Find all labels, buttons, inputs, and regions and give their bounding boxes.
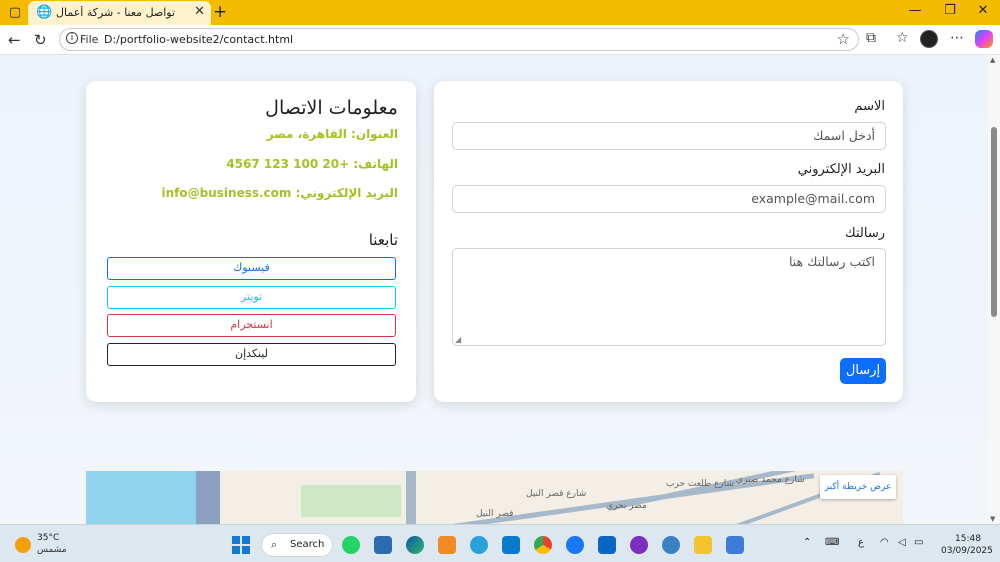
map-street-label: شارع محمد صبري xyxy=(736,475,805,485)
facebook-button[interactable]: فيسبوك xyxy=(107,257,396,280)
more-menu-icon[interactable]: ⋯ xyxy=(950,30,964,46)
follow-title: تابعنا xyxy=(368,231,398,249)
page-scrollbar[interactable]: ▲ ▼ xyxy=(988,55,1000,524)
info-title: معلومات الاتصال xyxy=(265,97,398,119)
windows-start-icon[interactable] xyxy=(232,536,250,554)
favorite-star-icon[interactable]: ☆ xyxy=(837,30,850,48)
keyboard-icon[interactable]: ⌨ xyxy=(825,537,839,548)
page-content: الاسم أدخل اسمك البريد الإلكتروني exampl… xyxy=(0,55,988,524)
contact-info-card: معلومات الاتصال العنوان: القاهرة، مصر ال… xyxy=(86,81,416,402)
name-label: الاسم xyxy=(854,99,885,114)
view-larger-map-button[interactable]: عرض خريطة أكبر xyxy=(820,475,896,499)
scroll-thumb[interactable] xyxy=(991,127,997,317)
map-street-label: شارع قصر النيل xyxy=(526,489,587,499)
weather-temperature[interactable]: 35°C xyxy=(37,533,59,543)
profile-avatar[interactable] xyxy=(920,30,938,48)
facebook-icon[interactable] xyxy=(566,536,584,554)
browser-app-icon[interactable] xyxy=(662,536,680,554)
photos-icon[interactable] xyxy=(726,536,744,554)
taskbar-search[interactable]: ⌕ Search xyxy=(261,533,333,557)
back-button[interactable]: ← xyxy=(8,31,21,49)
media-app-icon[interactable] xyxy=(630,536,648,554)
info-address: العنوان: القاهرة، مصر xyxy=(266,127,398,141)
tab-title: تواصل معنا - شركة أعمال xyxy=(56,6,176,19)
address-bar[interactable]: i File D:/portfolio-website2/contact.htm… xyxy=(59,28,859,51)
map-road xyxy=(406,471,416,524)
url-scheme: File xyxy=(80,33,99,46)
maximize-button[interactable]: ❐ xyxy=(940,3,960,18)
wifi-icon[interactable]: ◠ xyxy=(880,537,889,548)
store-icon[interactable] xyxy=(374,536,392,554)
new-tab-button[interactable]: + xyxy=(213,2,227,22)
message-textarea[interactable]: اكتب رسالتك هنا ◢ xyxy=(452,248,886,346)
close-tab-icon[interactable]: ✕ xyxy=(194,4,205,19)
map-street-label: قصر النيل xyxy=(476,509,514,519)
taskbar: 35°C مشمس ⌕ Search ⌃ ⌨ ع ◠ ◁ ▭ 15:48 03/… xyxy=(0,524,1000,562)
contact-form-card: الاسم أدخل اسمك البريد الإلكتروني exampl… xyxy=(434,81,903,402)
address-toolbar: ← ↻ i File D:/portfolio-website2/contact… xyxy=(0,25,1000,55)
embedded-map[interactable]: شارع محمد صبري شارع قصر النيل شارع طلعت … xyxy=(86,471,903,524)
edge-icon[interactable] xyxy=(406,536,424,554)
info-phone: الهاتف: +20 100 123 4567 xyxy=(226,157,398,171)
language-indicator[interactable]: ع xyxy=(858,537,864,548)
name-input[interactable]: أدخل اسمك xyxy=(452,122,886,150)
browser-tab[interactable]: 🌐 تواصل معنا - شركة أعمال ✕ xyxy=(28,1,211,25)
chrome-icon[interactable] xyxy=(534,536,552,554)
photo-app-icon[interactable] xyxy=(438,536,456,554)
map-street-label: شارع طلعت حرب xyxy=(666,479,735,489)
email-label: البريد الإلكتروني xyxy=(797,162,885,177)
scroll-down-icon[interactable]: ▼ xyxy=(990,515,995,523)
globe-icon: 🌐 xyxy=(36,5,53,20)
minimize-button[interactable]: — xyxy=(905,3,925,18)
linkedin-icon[interactable] xyxy=(598,536,616,554)
sun-icon[interactable] xyxy=(15,537,31,553)
search-icon: ⌕ xyxy=(271,538,278,551)
clock-time[interactable]: 15:48 xyxy=(955,534,981,544)
weather-condition[interactable]: مشمس xyxy=(37,545,67,555)
map-park xyxy=(301,485,401,517)
twitter-button[interactable]: تويتر xyxy=(107,286,396,309)
volume-icon[interactable]: ◁ xyxy=(898,537,906,548)
title-bar: ▢ 🌐 تواصل معنا - شركة أعمال ✕ + — ❐ ✕ xyxy=(0,0,1000,25)
message-label: رسالتك xyxy=(845,226,885,241)
telegram-icon[interactable] xyxy=(470,536,488,554)
clock-date[interactable]: 03/09/2025 xyxy=(941,546,993,556)
email-input[interactable]: example@mail.com xyxy=(452,185,886,213)
vscode-icon[interactable] xyxy=(502,536,520,554)
url-path: D:/portfolio-website2/contact.html xyxy=(104,33,294,46)
map-road xyxy=(196,471,220,524)
linkedin-button[interactable]: لينكدإن xyxy=(107,343,396,366)
submit-button[interactable]: إرسال xyxy=(840,358,886,384)
message-placeholder: اكتب رسالتك هنا xyxy=(788,254,875,269)
info-icon[interactable]: i xyxy=(66,32,78,44)
tray-expand-icon[interactable]: ⌃ xyxy=(803,537,811,548)
file-explorer-icon[interactable] xyxy=(694,536,712,554)
info-email: البريد الإلكتروني: info@business.com xyxy=(161,186,398,200)
workspaces-icon[interactable]: ▢ xyxy=(6,4,24,21)
refresh-button[interactable]: ↻ xyxy=(34,31,47,49)
map-street-label: مصر بحري xyxy=(606,501,647,511)
battery-icon[interactable]: ▭ xyxy=(914,537,923,548)
close-window-button[interactable]: ✕ xyxy=(973,3,993,18)
whatsapp-icon[interactable] xyxy=(342,536,360,554)
nile-water xyxy=(86,471,196,524)
resize-grip-icon[interactable]: ◢ xyxy=(455,335,461,344)
search-label: Search xyxy=(290,539,325,550)
extensions-icon[interactable]: ⧉ xyxy=(866,30,876,46)
instagram-button[interactable]: انستجرام xyxy=(107,314,396,337)
favorites-icon[interactable]: ☆ xyxy=(896,30,909,46)
copilot-icon[interactable] xyxy=(975,30,993,48)
scroll-up-icon[interactable]: ▲ xyxy=(990,56,995,64)
